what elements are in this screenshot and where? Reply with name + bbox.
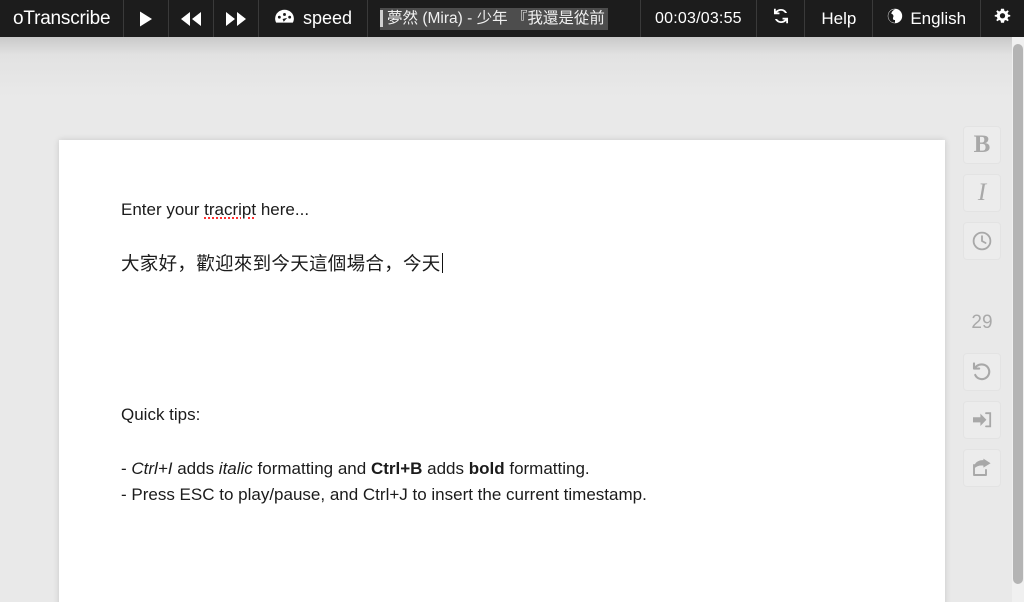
quick-tips-heading: Quick tips: <box>121 405 201 425</box>
tip-one-mid-one: adds <box>172 459 219 479</box>
fast-forward-button[interactable] <box>214 0 259 37</box>
tip-one-dash: - <box>121 459 132 479</box>
help-label: Help <box>821 8 857 28</box>
transcript-line-text: 大家好，歡迎來到今天這個場合，今天 <box>121 252 441 274</box>
transcript-line-cjk: 大家好，歡迎來到今天這個場合，今天 <box>121 251 444 278</box>
track-title-text: 夢然 (Mira) - 少年 『我還是從前 <box>387 9 605 27</box>
track-title-field[interactable]: 夢然 (Mira) - 少年 『我還是從前 <box>368 0 642 37</box>
tip-one-word-bold: bold <box>468 459 505 479</box>
refresh-icon <box>772 7 790 30</box>
help-button[interactable]: Help <box>805 0 874 37</box>
export-button[interactable] <box>963 449 1001 487</box>
play-button[interactable] <box>124 0 170 37</box>
editor-sidebar: B I 29 <box>953 37 1012 602</box>
globe-icon <box>887 8 903 29</box>
history-undo-icon <box>971 361 993 383</box>
tachometer-icon <box>274 8 295 29</box>
import-arrow-icon <box>971 410 993 430</box>
tip-one-mid-three: adds <box>422 459 469 479</box>
italic-label: I <box>977 179 987 206</box>
italic-button[interactable]: I <box>963 174 1001 212</box>
rewind-icon <box>180 11 202 27</box>
misspelled-word: tracript <box>204 200 257 219</box>
text-cursor <box>441 252 444 273</box>
time-display[interactable]: 00:03/03:55 <box>641 0 757 37</box>
tip-line-two: - Press ESC to play/pause, and Ctrl+J to… <box>121 484 647 504</box>
word-count: 29 <box>963 312 1001 334</box>
document-stage: Enter your tracript here... 大家好，歡迎來到今天這個… <box>0 37 1024 602</box>
vertical-scrollbar-thumb[interactable] <box>1013 44 1023 584</box>
time-display-value: 00:03/03:55 <box>655 9 742 27</box>
placeholder-before: Enter your <box>121 200 205 219</box>
app-logo-label: oTranscribe <box>13 7 111 29</box>
title-caret <box>380 10 384 27</box>
speed-control[interactable]: speed <box>259 0 369 37</box>
insert-timestamp-button[interactable] <box>963 222 1001 260</box>
rewind-button[interactable] <box>169 0 215 37</box>
restore-button[interactable] <box>963 353 1001 391</box>
transcript-line-wrap: 大家好，歡迎來到今天這個場合，今天 <box>121 251 885 278</box>
bold-label: B <box>973 131 991 158</box>
placeholder-line: Enter your tracript here... <box>121 198 885 223</box>
language-selector[interactable]: English <box>873 0 982 37</box>
app-logo[interactable]: oTranscribe <box>0 0 125 37</box>
blank-lines-spacer <box>121 305 885 403</box>
tip-one-shortcut-bold: Ctrl+B <box>370 459 423 479</box>
tip-one-word-italic: italic <box>218 459 253 479</box>
tip-one-mid-two: formatting and <box>252 459 371 479</box>
settings-button[interactable] <box>981 0 1024 37</box>
language-label: English <box>910 8 967 28</box>
tip-one-tail: formatting. <box>504 459 590 479</box>
export-share-icon <box>971 458 993 478</box>
placeholder-after: here... <box>256 200 310 219</box>
sync-button[interactable] <box>757 0 806 37</box>
word-count-value: 29 <box>971 312 993 333</box>
play-icon <box>137 10 155 28</box>
clock-icon <box>971 230 993 252</box>
transcript-editor[interactable]: Enter your tracript here... 大家好，歡迎來到今天這個… <box>59 140 945 508</box>
bold-button[interactable]: B <box>963 126 1001 164</box>
import-button[interactable] <box>963 401 1001 439</box>
player-toolbar: oTranscribe speed 夢然 (Mira) - 少年 『我還是從前 … <box>0 0 1024 37</box>
tip-one-shortcut-italic: Ctrl+I <box>131 459 173 479</box>
track-title-value-wrap: 夢然 (Mira) - 少年 『我還是從前 <box>380 7 608 30</box>
tip-line-one: - Ctrl+I adds italic formatting and Ctrl… <box>121 456 885 482</box>
transcript-page: Enter your tracript here... 大家好，歡迎來到今天這個… <box>59 140 945 602</box>
gear-icon <box>994 8 1011 30</box>
fast-forward-icon <box>225 11 247 27</box>
speed-label: speed <box>303 8 353 28</box>
